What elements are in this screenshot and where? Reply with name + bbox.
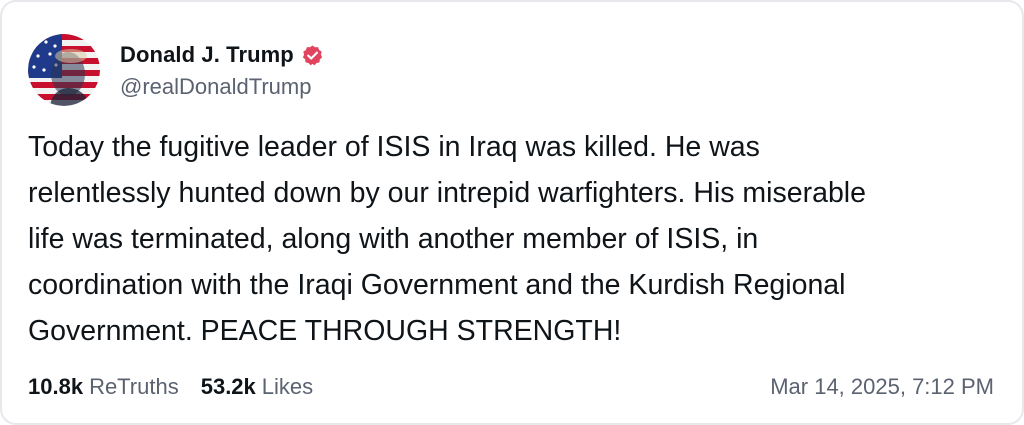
post-text: Today the fugitive leader of ISIS in Ira…: [28, 131, 866, 347]
likes-label: Likes: [261, 374, 314, 399]
likes-count: 53.2k: [200, 374, 256, 399]
retruths-count: 10.8k: [28, 374, 84, 399]
name-row: Donald J. Trump: [120, 40, 324, 70]
verified-badge-icon: [301, 44, 324, 67]
user-handle[interactable]: @realDonaldTrump: [120, 74, 324, 100]
author-info: Donald J. Trump @realDonaldTrump: [120, 40, 324, 100]
avatar[interactable]: [28, 34, 100, 106]
post-card: Donald J. Trump @realDonaldTrump Today t…: [0, 0, 1024, 425]
avatar-image: [28, 34, 100, 106]
post-timestamp[interactable]: Mar 14, 2025, 7:12 PM: [770, 374, 994, 400]
likes-stat[interactable]: 53.2k Likes: [201, 374, 313, 400]
retruths-stat[interactable]: 10.8k ReTruths: [28, 374, 179, 400]
post-stats: 10.8k ReTruths 53.2k Likes: [28, 374, 313, 400]
retruths-label: ReTruths: [89, 374, 179, 399]
display-name[interactable]: Donald J. Trump: [120, 42, 294, 68]
